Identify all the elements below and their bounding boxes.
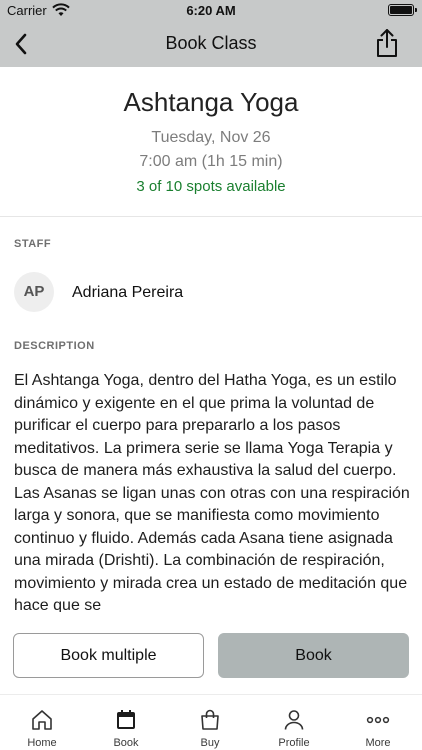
status-bar: Carrier 6:20 AM	[0, 0, 422, 22]
tab-book[interactable]: Book	[84, 695, 168, 750]
tab-profile[interactable]: Profile	[252, 695, 336, 750]
battery-icon	[388, 4, 414, 16]
calendar-icon	[117, 710, 135, 729]
battery-cap	[415, 8, 417, 12]
tab-more-label: More	[365, 737, 391, 749]
class-name: Ashtanga Yoga	[123, 87, 299, 117]
description-scroll-area[interactable]: El Ashtanga Yoga, dentro del Hatha Yoga,…	[14, 370, 410, 612]
person-icon	[284, 710, 304, 730]
staff-name: Adriana Pereira	[72, 284, 184, 301]
book-button[interactable]: Book	[218, 633, 409, 678]
tab-home[interactable]: Home	[0, 695, 84, 750]
tab-profile-label: Profile	[278, 737, 310, 749]
tab-buy-label: Buy	[200, 737, 220, 749]
navigation-bar: Book Class	[0, 22, 422, 67]
more-dots-icon	[366, 716, 390, 724]
shopping-bag-icon	[201, 709, 219, 730]
tab-bar: Home Book Buy Profile More	[0, 694, 422, 750]
avatar: AP	[14, 272, 54, 312]
tab-buy[interactable]: Buy	[168, 695, 252, 750]
class-summary: Ashtanga Yoga Tuesday, Nov 26 7:00 am (1…	[0, 67, 422, 217]
class-date: Tuesday, Nov 26	[151, 129, 271, 146]
description-section-label: DESCRIPTION	[14, 340, 95, 352]
top-header: Carrier 6:20 AM Book Class	[0, 0, 422, 67]
description-text: El Ashtanga Yoga, dentro del Hatha Yoga,…	[14, 372, 410, 612]
tab-book-label: Book	[113, 737, 139, 749]
status-time: 6:20 AM	[186, 3, 236, 18]
spots-available: 3 of 10 spots available	[136, 178, 286, 195]
tab-more[interactable]: More	[336, 695, 420, 750]
tab-home-label: Home	[27, 737, 57, 749]
class-time: 7:00 am (1h 15 min)	[139, 153, 283, 170]
book-multiple-button[interactable]: Book multiple	[13, 633, 204, 678]
share-icon[interactable]	[374, 28, 400, 58]
home-icon	[32, 710, 52, 730]
nav-title: Book Class	[165, 33, 257, 53]
staff-section-label: STAFF	[14, 238, 52, 250]
staff-row[interactable]: AP Adriana Pereira	[14, 272, 408, 314]
